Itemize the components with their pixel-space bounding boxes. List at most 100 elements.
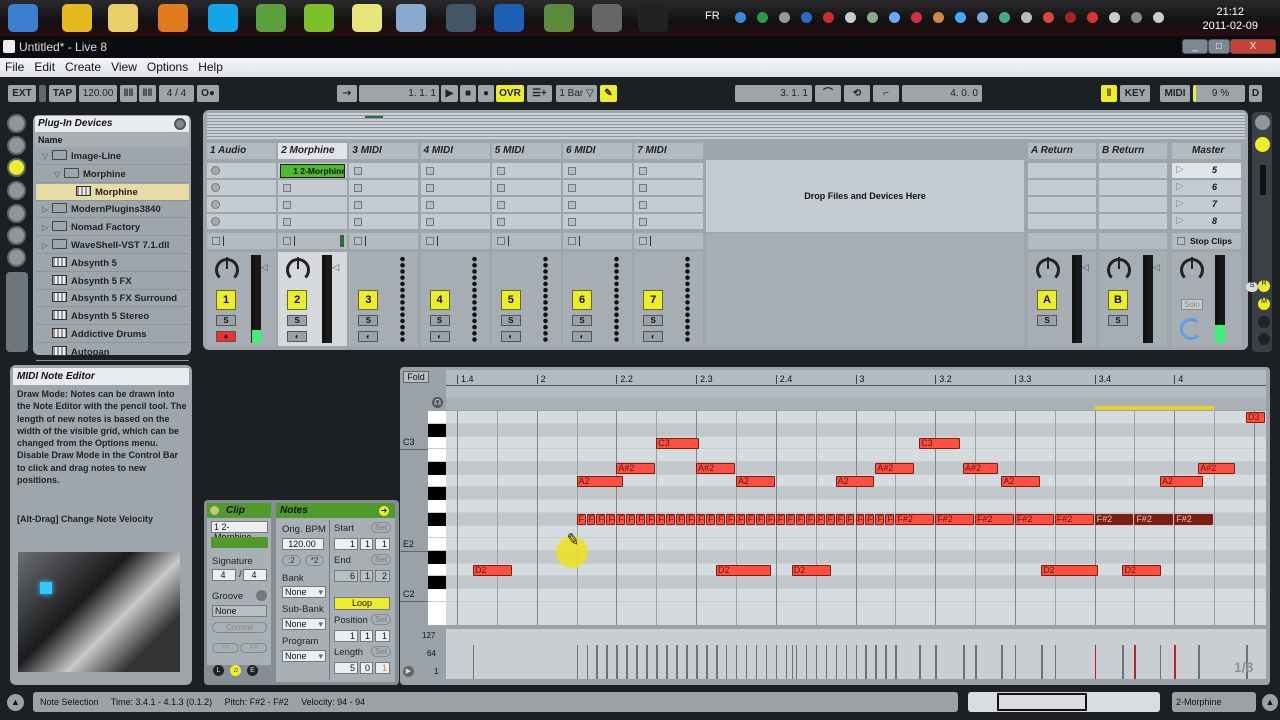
volume-slider-icon[interactable]: ◁ — [261, 262, 268, 273]
velocity-bar[interactable] — [855, 644, 857, 679]
clip-color-dropdown[interactable] — [211, 537, 268, 548]
solo-button[interactable]: S — [287, 315, 308, 326]
loop-button[interactable]: Loop — [334, 597, 390, 610]
clip-stop-button[interactable] — [425, 167, 434, 175]
tray-icon-4[interactable] — [823, 12, 834, 23]
start-set-button[interactable]: Set — [371, 522, 391, 533]
groove-hotswap-icon[interactable] — [256, 590, 267, 601]
midi-note[interactable]: D3 — [1246, 412, 1265, 424]
position-bar-field[interactable]: 1 — [334, 630, 358, 642]
midi-note[interactable]: F — [576, 513, 586, 525]
browser-item[interactable]: Autopan — [36, 344, 189, 361]
clip-stop-button[interactable] — [496, 218, 505, 226]
velocity-bar[interactable] — [785, 644, 788, 679]
midi-note[interactable]: F — [586, 513, 596, 525]
midi-note[interactable]: F — [676, 513, 686, 525]
pan-knob[interactable] — [286, 257, 311, 282]
clip-slot[interactable] — [491, 197, 561, 213]
midi-note[interactable]: F#2 — [1094, 513, 1134, 525]
clip-stop-button[interactable] — [354, 184, 363, 192]
overdub-button[interactable]: OVR — [496, 85, 524, 102]
scene-play-icon[interactable]: ▷ — [1176, 215, 1184, 226]
tray-icon-1[interactable] — [757, 12, 768, 23]
midi-note[interactable]: F — [606, 513, 616, 525]
browser-item[interactable]: ▽ Morphine — [36, 166, 189, 183]
midi-note[interactable]: F — [785, 513, 795, 525]
clip-slot[interactable] — [349, 180, 419, 196]
clip-slot[interactable] — [563, 180, 632, 196]
velocity-bar[interactable] — [765, 644, 768, 679]
clip-slot[interactable] — [1099, 180, 1167, 196]
start-sixteenth-field[interactable]: 1 — [375, 538, 390, 550]
clip-slot[interactable] — [491, 163, 561, 179]
midi-map-button[interactable]: MIDI — [1160, 85, 1190, 102]
piano-keyboard[interactable] — [428, 411, 446, 625]
clip-slot[interactable] — [1099, 163, 1167, 179]
stop-button[interactable]: ■ — [460, 85, 476, 102]
loop-switch-icon[interactable]: ⟲ — [844, 85, 870, 102]
crossfader-toggle[interactable] — [1258, 333, 1270, 345]
stop-button[interactable] — [425, 237, 434, 245]
black-key[interactable] — [428, 576, 446, 590]
midi-note[interactable]: F — [636, 513, 646, 525]
midi-note[interactable]: F — [865, 513, 875, 525]
midi-note[interactable]: A2 — [1001, 475, 1041, 487]
velocity-bar[interactable] — [895, 644, 897, 679]
midi-note[interactable]: F — [765, 513, 775, 525]
solo-button[interactable]: S — [572, 315, 592, 326]
velocity-bar[interactable] — [745, 644, 748, 679]
punch-out-icon[interactable]: ⌐ — [873, 85, 899, 102]
velocity-bar[interactable] — [472, 644, 475, 679]
clip-slot[interactable] — [207, 180, 276, 196]
returns-toggle[interactable]: R — [1258, 280, 1270, 292]
selected-track-label[interactable]: 2-Morphine — [1172, 692, 1256, 712]
black-key[interactable] — [428, 487, 446, 501]
midi-note[interactable]: A2 — [835, 475, 875, 487]
back-to-arrangement-icon[interactable]: ☰+ — [527, 85, 552, 102]
velocity-bar[interactable] — [1001, 644, 1003, 679]
midi-note[interactable]: F — [716, 513, 725, 525]
velocity-bar[interactable] — [1159, 644, 1162, 679]
clip-slot[interactable] — [420, 180, 490, 196]
time-signature-field[interactable]: 4 / 4 — [159, 85, 194, 102]
clip[interactable]: 1 2-Morphine — [280, 164, 346, 178]
clip-slot[interactable] — [349, 163, 419, 179]
velocity-bar[interactable] — [646, 644, 648, 679]
midi-note[interactable]: D2 — [791, 564, 831, 576]
tray-icon-15[interactable] — [1065, 12, 1076, 23]
midi-note[interactable]: F#2 — [1174, 513, 1214, 525]
browser-item[interactable]: ▷ ModernPlugins3840 — [36, 201, 189, 219]
midi-note[interactable]: A#2 — [696, 463, 735, 475]
tray-icon-6[interactable] — [867, 12, 878, 23]
metronome-button[interactable]: O● — [197, 85, 219, 102]
velocity-lane-toggle-icon[interactable]: ▶ — [403, 666, 414, 677]
notes-box-icon[interactable]: ♫ — [230, 665, 241, 676]
places-folder-3-icon[interactable] — [7, 226, 26, 245]
tray-icon-10[interactable] — [955, 12, 966, 23]
velocity-bar[interactable] — [596, 644, 598, 679]
master-header[interactable]: Master — [1172, 143, 1241, 159]
io-toggle[interactable] — [1258, 316, 1270, 328]
pan-knob[interactable] — [215, 257, 239, 282]
clip-stop-button[interactable] — [639, 167, 648, 175]
midi-note[interactable]: F — [706, 513, 716, 525]
app-green-icon[interactable] — [304, 4, 334, 32]
drop-area[interactable]: Drop Files and Devices Here — [706, 160, 1024, 232]
velocity-bar[interactable] — [586, 644, 588, 679]
velocity-bar[interactable] — [825, 644, 828, 679]
velocity-bar[interactable] — [1054, 644, 1057, 679]
start-beat-field[interactable]: 1 — [360, 538, 373, 550]
length-beat-field[interactable]: 0 — [360, 662, 373, 674]
velocity-bar[interactable] — [1122, 644, 1124, 679]
places-folder-2-icon[interactable] — [7, 204, 26, 223]
track-activator-button[interactable]: A — [1037, 290, 1057, 310]
arm-button[interactable]: ◐ — [572, 331, 592, 342]
end-sixteenth-field[interactable]: 2 — [375, 570, 390, 582]
punch-in-icon[interactable]: ⌒ — [815, 85, 841, 102]
browser-item[interactable]: Absynth 5 Stereo — [36, 308, 189, 326]
master-solo-button[interactable]: Solo — [1181, 299, 1203, 310]
velocity-bar[interactable] — [875, 644, 877, 679]
solo-button[interactable]: S — [1037, 315, 1057, 326]
arm-button[interactable]: ◐ — [287, 331, 308, 342]
midi-note[interactable]: F — [835, 513, 845, 525]
